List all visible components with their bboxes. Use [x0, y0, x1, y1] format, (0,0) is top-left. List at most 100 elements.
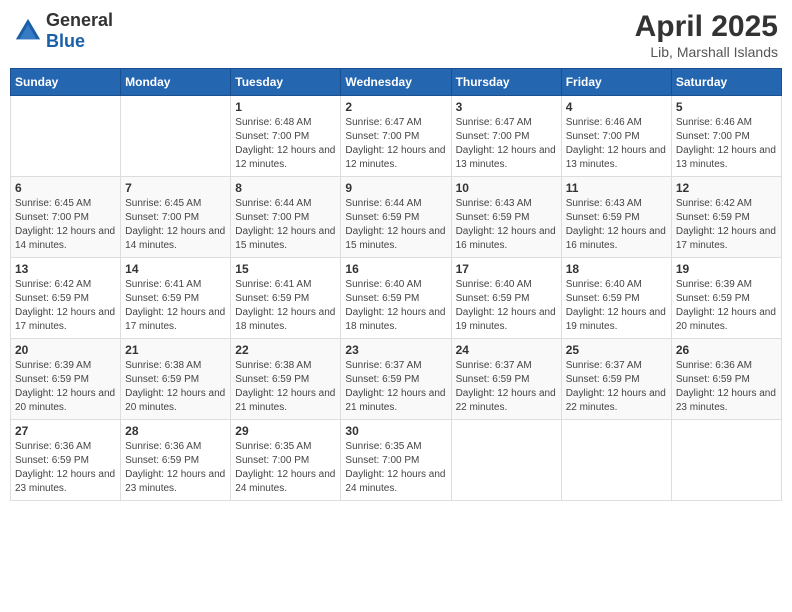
- weekday-header: Friday: [561, 69, 671, 96]
- day-number: 6: [15, 181, 116, 195]
- page-header: General Blue April 2025 Lib, Marshall Is…: [10, 10, 782, 60]
- logo-icon: [14, 17, 42, 45]
- month-title: April 2025: [635, 10, 778, 44]
- day-info: Sunrise: 6:44 AMSunset: 7:00 PMDaylight:…: [235, 197, 336, 253]
- calendar-cell: [121, 96, 231, 177]
- day-info: Sunrise: 6:45 AMSunset: 7:00 PMDaylight:…: [15, 197, 116, 253]
- day-info: Sunrise: 6:36 AMSunset: 6:59 PMDaylight:…: [15, 440, 116, 496]
- calendar-week-row: 1 Sunrise: 6:48 AMSunset: 7:00 PMDaylight…: [11, 96, 782, 177]
- day-info: Sunrise: 6:41 AMSunset: 6:59 PMDaylight:…: [125, 278, 226, 334]
- calendar-cell: 21 Sunrise: 6:38 AMSunset: 6:59 PMDayligh…: [121, 339, 231, 420]
- calendar-cell: 29Sunrise: 6:35 AMSunset: 7:00 PMDayligh…: [231, 420, 341, 501]
- logo-text: General Blue: [46, 10, 113, 52]
- weekday-header: Monday: [121, 69, 231, 96]
- calendar-cell: 15 Sunrise: 6:41 AMSunset: 6:59 PMDayligh…: [231, 258, 341, 339]
- calendar-week-row: 20Sunrise: 6:39 AMSunset: 6:59 PMDayligh…: [11, 339, 782, 420]
- calendar-cell: 10Sunrise: 6:43 AMSunset: 6:59 PMDayligh…: [451, 177, 561, 258]
- day-info: Sunrise: 6:37 AMSunset: 6:59 PMDaylight:…: [566, 359, 667, 415]
- day-info: Sunrise: 6:37 AMSunset: 6:59 PMDaylight:…: [345, 359, 446, 415]
- day-info: Sunrise: 6:39 AMSunset: 6:59 PMDaylight:…: [676, 278, 777, 334]
- calendar-cell: 3 Sunrise: 6:47 AMSunset: 7:00 PMDaylight…: [451, 96, 561, 177]
- calendar-cell: 25 Sunrise: 6:37 AMSunset: 6:59 PMDayligh…: [561, 339, 671, 420]
- calendar-cell: [451, 420, 561, 501]
- calendar-cell: [561, 420, 671, 501]
- weekday-header: Thursday: [451, 69, 561, 96]
- calendar-cell: 1 Sunrise: 6:48 AMSunset: 7:00 PMDaylight…: [231, 96, 341, 177]
- location-title: Lib, Marshall Islands: [635, 44, 778, 60]
- calendar-cell: 23 Sunrise: 6:37 AMSunset: 6:59 PMDayligh…: [341, 339, 451, 420]
- weekday-header: Sunday: [11, 69, 121, 96]
- calendar-cell: 8Sunrise: 6:44 AMSunset: 7:00 PMDaylight…: [231, 177, 341, 258]
- day-info: Sunrise: 6:40 AMSunset: 6:59 PMDaylight:…: [566, 278, 667, 334]
- calendar-cell: 7 Sunrise: 6:45 AMSunset: 7:00 PMDaylight…: [121, 177, 231, 258]
- day-info: Sunrise: 6:47 AMSunset: 7:00 PMDaylight:…: [456, 116, 557, 172]
- calendar-cell: 12 Sunrise: 6:42 AMSunset: 6:59 PMDayligh…: [671, 177, 781, 258]
- calendar-cell: 9 Sunrise: 6:44 AMSunset: 6:59 PMDaylight…: [341, 177, 451, 258]
- calendar-cell: 20Sunrise: 6:39 AMSunset: 6:59 PMDayligh…: [11, 339, 121, 420]
- day-info: Sunrise: 6:36 AMSunset: 6:59 PMDaylight:…: [125, 440, 226, 496]
- day-number: 20: [15, 343, 116, 357]
- calendar-cell: [671, 420, 781, 501]
- day-info: Sunrise: 6:47 AMSunset: 7:00 PMDaylight:…: [345, 116, 446, 172]
- title-block: April 2025 Lib, Marshall Islands: [635, 10, 778, 60]
- calendar-cell: 4Sunrise: 6:46 AMSunset: 7:00 PMDaylight…: [561, 96, 671, 177]
- day-number: 18: [566, 262, 667, 276]
- day-number: 15: [235, 262, 336, 276]
- day-number: 9: [345, 181, 446, 195]
- day-info: Sunrise: 6:41 AMSunset: 6:59 PMDaylight:…: [235, 278, 336, 334]
- calendar-cell: 2Sunrise: 6:47 AMSunset: 7:00 PMDaylight…: [341, 96, 451, 177]
- day-number: 5: [676, 100, 777, 114]
- day-info: Sunrise: 6:48 AMSunset: 7:00 PMDaylight:…: [235, 116, 336, 172]
- calendar-cell: 22 Sunrise: 6:38 AMSunset: 6:59 PMDayligh…: [231, 339, 341, 420]
- day-number: 7: [125, 181, 226, 195]
- day-info: Sunrise: 6:42 AMSunset: 6:59 PMDaylight:…: [15, 278, 116, 334]
- day-number: 12: [676, 181, 777, 195]
- day-number: 24: [456, 343, 557, 357]
- day-number: 4: [566, 100, 667, 114]
- day-number: 11: [566, 181, 667, 195]
- logo-general: General: [46, 10, 113, 30]
- day-number: 23: [345, 343, 446, 357]
- calendar-cell: 26Sunrise: 6:36 AMSunset: 6:59 PMDayligh…: [671, 339, 781, 420]
- day-number: 13: [15, 262, 116, 276]
- calendar-cell: 17Sunrise: 6:40 AMSunset: 6:59 PMDayligh…: [451, 258, 561, 339]
- day-number: 1: [235, 100, 336, 114]
- day-info: Sunrise: 6:43 AMSunset: 6:59 PMDaylight:…: [456, 197, 557, 253]
- day-number: 19: [676, 262, 777, 276]
- calendar-cell: 14 Sunrise: 6:41 AMSunset: 6:59 PMDayligh…: [121, 258, 231, 339]
- weekday-header: Tuesday: [231, 69, 341, 96]
- day-info: Sunrise: 6:36 AMSunset: 6:59 PMDaylight:…: [676, 359, 777, 415]
- day-info: Sunrise: 6:40 AMSunset: 6:59 PMDaylight:…: [345, 278, 446, 334]
- day-number: 14: [125, 262, 226, 276]
- calendar-cell: 13 Sunrise: 6:42 AMSunset: 6:59 PMDayligh…: [11, 258, 121, 339]
- day-number: 25: [566, 343, 667, 357]
- day-info: Sunrise: 6:42 AMSunset: 6:59 PMDaylight:…: [676, 197, 777, 253]
- calendar-body: 1 Sunrise: 6:48 AMSunset: 7:00 PMDaylight…: [11, 96, 782, 501]
- day-info: Sunrise: 6:38 AMSunset: 6:59 PMDaylight:…: [125, 359, 226, 415]
- calendar-cell: [11, 96, 121, 177]
- day-info: Sunrise: 6:44 AMSunset: 6:59 PMDaylight:…: [345, 197, 446, 253]
- calendar-cell: 18 Sunrise: 6:40 AMSunset: 6:59 PMDayligh…: [561, 258, 671, 339]
- day-number: 30: [345, 424, 446, 438]
- calendar-cell: 6 Sunrise: 6:45 AMSunset: 7:00 PMDaylight…: [11, 177, 121, 258]
- day-number: 17: [456, 262, 557, 276]
- calendar-header: SundayMondayTuesdayWednesdayThursdayFrid…: [11, 69, 782, 96]
- weekday-row: SundayMondayTuesdayWednesdayThursdayFrid…: [11, 69, 782, 96]
- day-info: Sunrise: 6:43 AMSunset: 6:59 PMDaylight:…: [566, 197, 667, 253]
- day-number: 21: [125, 343, 226, 357]
- day-info: Sunrise: 6:38 AMSunset: 6:59 PMDaylight:…: [235, 359, 336, 415]
- calendar-cell: 5Sunrise: 6:46 AMSunset: 7:00 PMDaylight…: [671, 96, 781, 177]
- day-number: 16: [345, 262, 446, 276]
- day-number: 29: [235, 424, 336, 438]
- calendar-cell: 30 Sunrise: 6:35 AMSunset: 7:00 PMDayligh…: [341, 420, 451, 501]
- day-info: Sunrise: 6:35 AMSunset: 7:00 PMDaylight:…: [345, 440, 446, 496]
- weekday-header: Saturday: [671, 69, 781, 96]
- day-info: Sunrise: 6:37 AMSunset: 6:59 PMDaylight:…: [456, 359, 557, 415]
- day-number: 22: [235, 343, 336, 357]
- weekday-header: Wednesday: [341, 69, 451, 96]
- logo: General Blue: [14, 10, 113, 52]
- day-number: 3: [456, 100, 557, 114]
- logo-blue: Blue: [46, 31, 85, 51]
- day-info: Sunrise: 6:45 AMSunset: 7:00 PMDaylight:…: [125, 197, 226, 253]
- calendar-table: SundayMondayTuesdayWednesdayThursdayFrid…: [10, 68, 782, 501]
